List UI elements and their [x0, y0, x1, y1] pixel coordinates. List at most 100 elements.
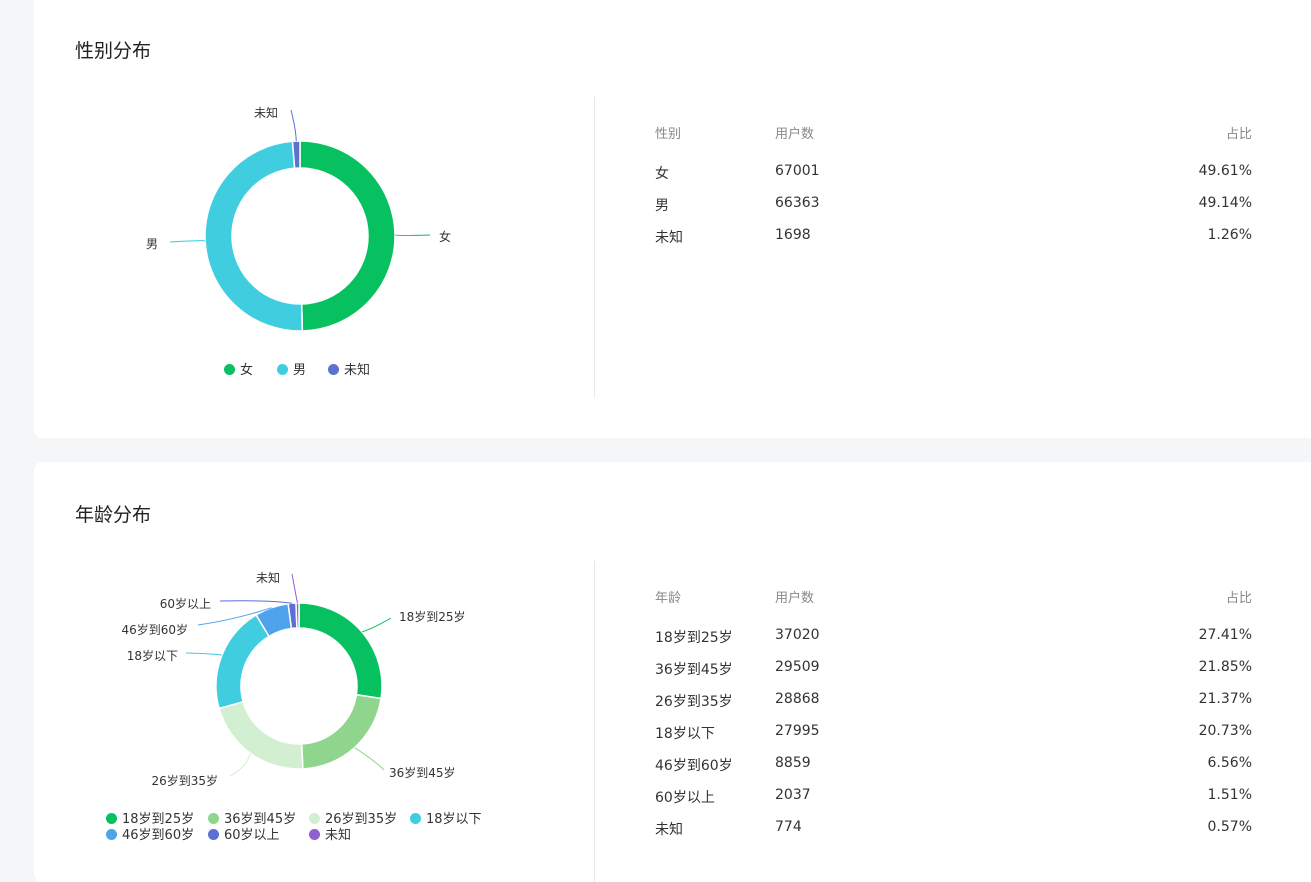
legend-item[interactable]: 女 [224, 359, 253, 378]
legend-label: 18岁以下 [426, 812, 482, 827]
legend-dot [410, 813, 421, 824]
legend-label: 女 [240, 363, 254, 378]
legend-label: 未知 [344, 363, 371, 378]
legend-item[interactable]: 46岁到60岁 [106, 824, 194, 843]
legend-dot [208, 829, 219, 840]
slice-label-3: 18岁以下 [127, 648, 178, 663]
row-users: 66363 [775, 195, 820, 211]
row-users: 1698 [775, 227, 811, 243]
row-users: 67001 [775, 163, 820, 179]
legend-dot [328, 364, 339, 375]
row-ratio: 0.57% [1207, 819, 1252, 835]
row-ratio: 21.37% [1198, 691, 1252, 707]
legend-dot [277, 364, 288, 375]
table-row: 18岁以下 27995 20.73% [655, 715, 1252, 747]
slice-label-1: 男 [146, 237, 158, 251]
slice-leader-line-6 [291, 573, 298, 604]
slice-1[interactable] [204, 140, 304, 332]
gender-divider [594, 97, 595, 398]
slice-label-2: 26岁到35岁 [151, 773, 218, 788]
legend-dot [309, 829, 320, 840]
row-users: 774 [775, 819, 802, 835]
header-age: 年龄 [655, 591, 682, 606]
slice-2[interactable] [218, 700, 304, 770]
table-row: 36岁到45岁 29509 21.85% [655, 651, 1252, 683]
row-category: 46岁到60岁 [655, 758, 733, 774]
row-ratio: 1.26% [1207, 227, 1252, 243]
row-category: 女 [655, 166, 669, 182]
row-category: 36岁到45岁 [655, 662, 733, 678]
table-row: 男 66363 49.14% [655, 187, 1252, 219]
slice-leader-line-1 [169, 240, 206, 243]
row-category: 18岁以下 [655, 726, 715, 742]
row-users: 28868 [775, 691, 820, 707]
slice-label-4: 46岁到60岁 [121, 622, 188, 637]
row-users: 2037 [775, 787, 811, 803]
gender-table: 性别 用户数 占比 女 67001 49.61% 男 66363 49.14% 未知 1698… [655, 115, 1252, 251]
row-users: 37020 [775, 627, 820, 643]
table-row: 18岁到25岁 37020 27.41% [655, 619, 1252, 651]
header-ratio: 占比 [1225, 127, 1252, 142]
row-category: 60岁以上 [655, 790, 715, 806]
row-ratio: 20.73% [1198, 723, 1252, 739]
header-ratio: 占比 [1225, 591, 1252, 606]
gender-donut-chart: 女男 未知 [146, 106, 451, 332]
slice-0[interactable] [298, 602, 383, 700]
slice-label-6: 未知 [256, 571, 280, 585]
row-category: 26岁到35岁 [655, 694, 733, 710]
legend-item[interactable]: 18岁以下 [410, 808, 482, 827]
row-ratio: 21.85% [1198, 659, 1252, 675]
slice-2[interactable] [291, 140, 301, 170]
row-category: 未知 [655, 822, 683, 838]
legend-item[interactable]: 男 [277, 359, 306, 378]
legend-item[interactable]: 60岁以上 [208, 824, 280, 843]
row-ratio: 1.51% [1207, 787, 1252, 803]
legend-dot [106, 829, 117, 840]
row-category: 未知 [655, 230, 683, 246]
legend-dot [224, 364, 235, 375]
slice-label-0: 女 [439, 229, 451, 244]
legend-item[interactable]: 未知 [309, 824, 351, 843]
slice-label-1: 36岁到45岁 [389, 765, 456, 780]
age-table-header: 年龄 用户数 占比 [655, 579, 1252, 619]
table-row: 26岁到35岁 28868 21.37% [655, 683, 1252, 715]
header-gender: 性别 [655, 127, 682, 142]
slice-6[interactable] [295, 602, 300, 629]
table-row: 60岁以上 2037 1.51% [655, 779, 1252, 811]
legend-dot [309, 813, 320, 824]
table-row: 46岁到60岁 8859 6.56% [655, 747, 1252, 779]
row-ratio: 49.61% [1198, 163, 1252, 179]
slice-leader-line-0 [394, 234, 431, 236]
slice-leader-line-1 [354, 747, 385, 771]
row-users: 29509 [775, 659, 820, 675]
age-card: 年龄分布 18岁到25岁 36岁到45岁 26岁到35岁 18岁以下 46岁到60岁 60… [34, 462, 1311, 882]
legend-label: 男 [293, 363, 307, 378]
slice-label-2: 未知 [254, 106, 278, 120]
row-ratio: 27.41% [1198, 627, 1252, 643]
slice-label-5: 60岁以上 [160, 596, 211, 611]
slice-leader-line-5 [219, 600, 293, 604]
legend-label: 60岁以上 [224, 828, 280, 843]
slice-leader-line-2 [290, 109, 297, 142]
table-row: 未知 774 0.57% [655, 811, 1252, 843]
legend-label: 未知 [325, 828, 352, 843]
row-users: 27995 [775, 723, 820, 739]
slice-3[interactable] [215, 613, 271, 710]
slice-leader-line-0 [361, 617, 392, 633]
row-ratio: 6.56% [1207, 755, 1252, 771]
slice-leader-line-2 [229, 753, 251, 777]
age-divider [594, 561, 595, 882]
gender-card: 性别分布 女男未知 女男未知 性别 用户数 占比 女 67001 49.61% 男 66… [34, 0, 1311, 438]
slice-label-0: 18岁到25岁 [399, 609, 466, 624]
legend-item[interactable]: 未知 [328, 359, 370, 378]
row-users: 8859 [775, 755, 811, 771]
header-users: 用户数 [775, 127, 815, 142]
header-users: 用户数 [775, 591, 815, 606]
table-row: 女 67001 49.61% [655, 155, 1252, 187]
table-row: 未知 1698 1.26% [655, 219, 1252, 251]
legend-label: 46岁到60岁 [122, 828, 195, 843]
slice-0[interactable] [299, 140, 396, 332]
slice-leader-line-3 [185, 652, 223, 656]
age-table: 年龄 用户数 占比 18岁到25岁 37020 27.41% 36岁到45岁 29509… [655, 579, 1252, 843]
row-ratio: 49.14% [1198, 195, 1252, 211]
